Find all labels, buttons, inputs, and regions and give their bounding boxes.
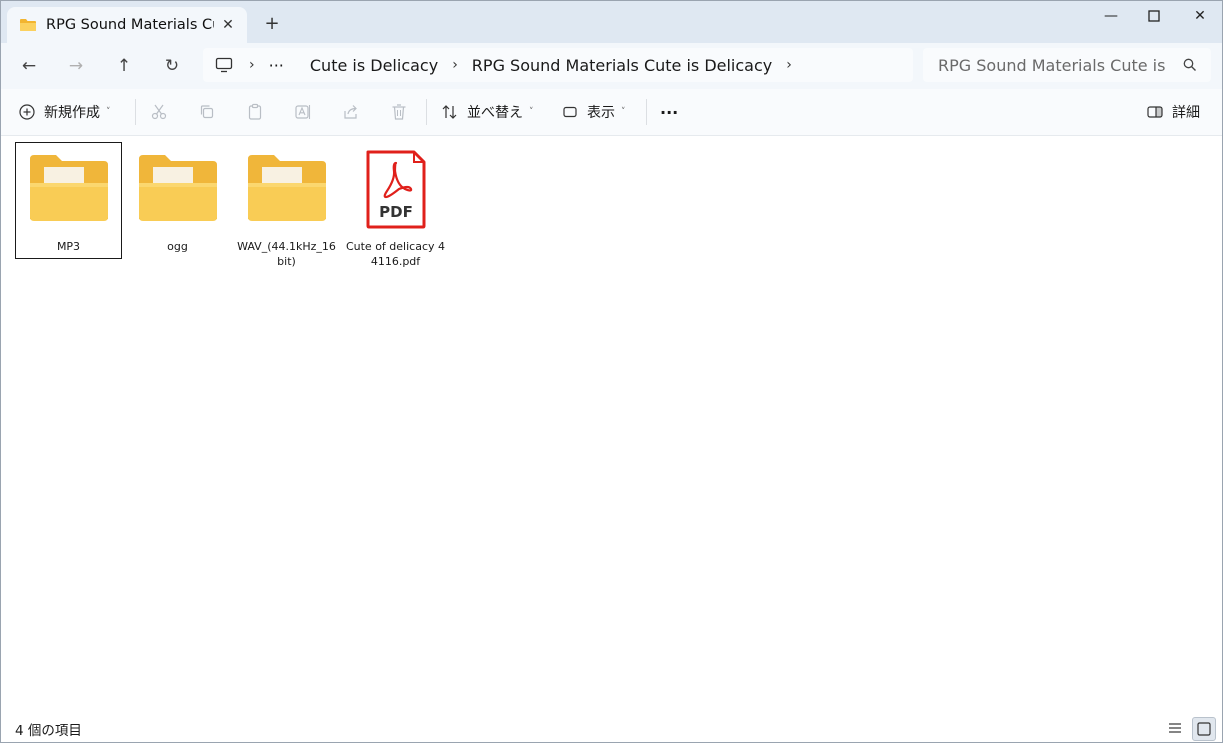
details-pane-icon xyxy=(1147,106,1163,118)
file-list-view[interactable]: MP3 ogg WAV_(44.1kHz_16bit) PDF Cute of … xyxy=(1,136,1222,711)
new-tab-button[interactable]: + xyxy=(263,15,281,33)
file-item[interactable]: ogg xyxy=(125,143,230,258)
share-icon xyxy=(344,105,357,119)
chevron-down-icon: ˅ xyxy=(106,107,111,117)
tab-title: RPG Sound Materials Cute is Delicacy xyxy=(46,17,214,33)
breadcrumb-item[interactable]: Cute is Delicacy xyxy=(310,56,438,75)
details-pane-label: 詳細 xyxy=(1172,105,1200,121)
cut-button[interactable] xyxy=(150,101,168,123)
copy-icon xyxy=(200,105,214,119)
tiles-view-icon xyxy=(1197,722,1211,736)
up-button[interactable]: ↑ xyxy=(113,55,135,77)
toolbar-divider xyxy=(135,99,136,125)
new-button-label: 新規作成 xyxy=(44,105,100,121)
breadcrumb-ellipsis[interactable]: ··· xyxy=(269,56,284,75)
details-view-button[interactable] xyxy=(1164,717,1186,739)
navigation-bar: ← → ↑ ↻ › ··· Cute is Delicacy › RPG Sou… xyxy=(1,43,1222,89)
toolbar-divider xyxy=(646,99,647,125)
tab-active[interactable]: RPG Sound Materials Cute is Delicacy ✕ xyxy=(7,7,247,43)
status-bar: 4 個の項目 xyxy=(1,711,1222,742)
file-item[interactable]: PDF Cute of delicacy 44116.pdf xyxy=(343,143,448,268)
folder-icon xyxy=(29,155,108,221)
address-bar[interactable]: › ··· Cute is Delicacy › RPG Sound Mater… xyxy=(203,48,913,82)
file-item[interactable]: WAV_(44.1kHz_16bit) xyxy=(234,143,339,268)
search-input[interactable]: RPG Sound Materials Cute is Delicacy xyxy=(938,56,1168,75)
pdf-badge-text: PDF xyxy=(379,203,413,221)
toolbar-divider xyxy=(426,99,427,125)
chevron-down-icon: ˅ xyxy=(529,107,534,117)
trash-icon xyxy=(392,104,406,120)
computer-icon xyxy=(215,57,233,73)
new-button[interactable]: 新規作成 ˅ xyxy=(18,101,111,123)
view-button-label: 表示 xyxy=(587,105,615,121)
large-icons-view-button[interactable] xyxy=(1192,717,1216,741)
list-view-icon xyxy=(1169,723,1181,733)
file-item-name: Cute of delicacy 44116.pdf xyxy=(345,240,446,268)
search-icon xyxy=(1183,58,1196,71)
sort-button[interactable]: 並べ替え ˅ xyxy=(441,101,534,123)
explorer-window: RPG Sound Materials Cute is Delicacy ✕ +… xyxy=(0,0,1223,743)
rename-button[interactable] xyxy=(294,101,312,123)
chevron-right-icon[interactable]: › xyxy=(786,57,792,73)
folder-icon xyxy=(20,19,36,31)
back-button[interactable]: ← xyxy=(18,55,40,77)
sort-icon xyxy=(442,105,457,119)
more-options-button[interactable]: ··· xyxy=(660,101,678,123)
view-button[interactable]: 表示 ˅ xyxy=(561,101,626,123)
forward-button[interactable]: → xyxy=(65,55,87,77)
clipboard-icon xyxy=(248,103,262,120)
delete-button[interactable] xyxy=(390,101,408,123)
file-item-name: ogg xyxy=(167,240,188,253)
file-item[interactable]: MP3 xyxy=(15,142,122,259)
close-window-button[interactable]: ✕ xyxy=(1178,5,1222,27)
scissors-icon xyxy=(151,104,167,120)
rename-icon xyxy=(295,105,311,119)
file-item-name: MP3 xyxy=(56,240,81,253)
chevron-down-icon: ˅ xyxy=(621,107,626,117)
maximize-button[interactable] xyxy=(1132,5,1176,27)
search-box[interactable]: RPG Sound Materials Cute is Delicacy xyxy=(923,48,1211,82)
tab-close-button[interactable]: ✕ xyxy=(219,16,237,34)
chevron-right-icon: › xyxy=(249,57,255,73)
chevron-right-icon: › xyxy=(452,57,458,73)
add-circle-icon xyxy=(19,104,35,120)
paste-button[interactable] xyxy=(246,101,264,123)
refresh-button[interactable]: ↻ xyxy=(161,55,183,77)
folder-icon xyxy=(138,155,217,221)
view-icon xyxy=(563,106,577,118)
title-bar: RPG Sound Materials Cute is Delicacy ✕ +… xyxy=(1,1,1222,43)
folder-icon xyxy=(247,155,326,221)
file-item-name: WAV_(44.1kHz_16bit) xyxy=(237,240,336,268)
breadcrumb-item[interactable]: RPG Sound Materials Cute is Delicacy xyxy=(472,56,772,75)
details-pane-button[interactable]: 詳細 xyxy=(1146,101,1200,123)
share-button[interactable] xyxy=(342,101,360,123)
copy-button[interactable] xyxy=(198,101,216,123)
item-count: 4 個の項目 xyxy=(15,723,82,739)
sort-button-label: 並べ替え xyxy=(467,105,523,121)
maximize-icon xyxy=(1148,10,1160,22)
command-bar: 新規作成 ˅ 並べ替え ˅ 表示 ˅ ··· 詳細 xyxy=(1,89,1222,136)
minimize-button[interactable]: — xyxy=(1089,5,1133,27)
pdf-file-icon: PDF xyxy=(366,150,425,229)
